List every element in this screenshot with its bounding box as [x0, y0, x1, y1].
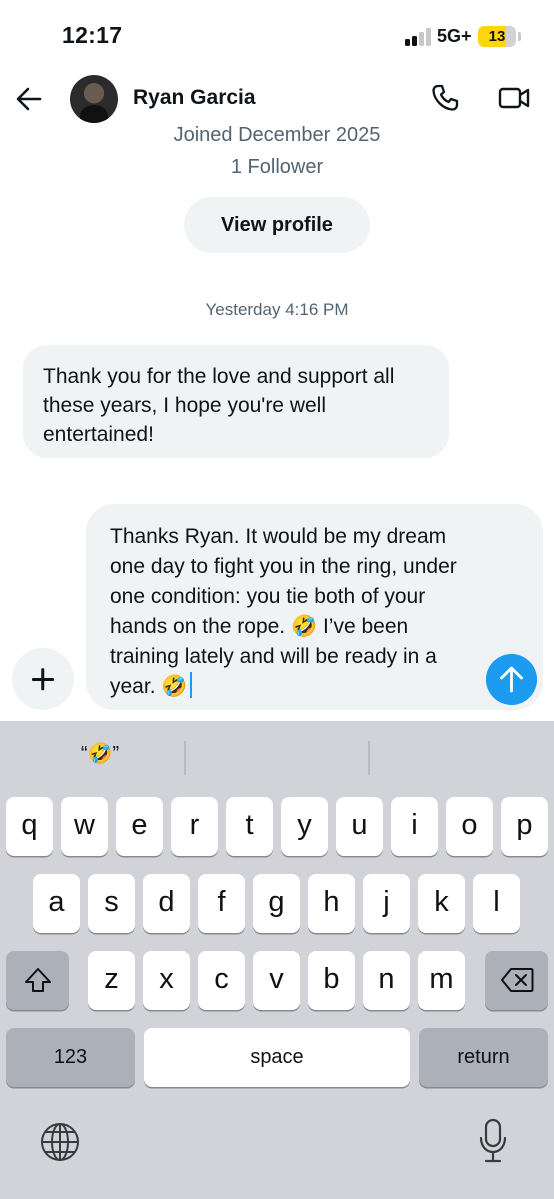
key-e[interactable]: e [116, 797, 163, 856]
suggestion-item[interactable]: “🤣” [40, 741, 160, 766]
battery-cap [518, 32, 521, 41]
suggestion-bar: “🤣” [0, 721, 554, 795]
globe-icon[interactable] [39, 1121, 81, 1163]
key-v[interactable]: v [253, 951, 300, 1010]
incoming-message-bubble[interactable]: Thank you for the love and support all t… [23, 345, 449, 458]
suggestion-divider [368, 741, 370, 775]
key-i[interactable]: i [391, 797, 438, 856]
backspace-icon [500, 968, 533, 992]
status-time: 12:17 [62, 22, 123, 48]
key-j[interactable]: j [363, 874, 410, 933]
key-d[interactable]: d [143, 874, 190, 933]
numbers-key[interactable]: 123 [6, 1028, 135, 1087]
key-h[interactable]: h [308, 874, 355, 933]
message-input[interactable]: Thanks Ryan. It would be my dream one da… [86, 504, 543, 710]
key-g[interactable]: g [253, 874, 300, 933]
microphone-icon[interactable] [478, 1118, 508, 1164]
key-w[interactable]: w [61, 797, 108, 856]
add-attachment-button[interactable] [12, 648, 74, 710]
text-cursor [189, 672, 193, 698]
network-type: 5G+ [437, 26, 472, 46]
key-x[interactable]: x [143, 951, 190, 1010]
key-l[interactable]: l [473, 874, 520, 933]
key-n[interactable]: n [363, 951, 410, 1010]
follower-count: 1 Follower [230, 156, 324, 178]
key-y[interactable]: y [281, 797, 328, 856]
keyboard: “🤣” q w e r t y u i o p a s d f g h j k … [0, 721, 554, 1199]
shift-icon [24, 968, 51, 992]
key-m[interactable]: m [418, 951, 465, 1010]
key-p[interactable]: p [501, 797, 548, 856]
key-c[interactable]: c [198, 951, 245, 1010]
suggestion-divider [184, 741, 186, 775]
space-key[interactable]: space [144, 1028, 410, 1087]
contact-name[interactable]: Ryan Garcia [133, 86, 256, 110]
joined-date: Joined December 2025 [173, 124, 381, 146]
key-z[interactable]: z [88, 951, 135, 1010]
phone-icon[interactable] [430, 83, 460, 113]
key-s[interactable]: s [88, 874, 135, 933]
video-call-icon[interactable] [498, 85, 530, 111]
signal-strength-icon [405, 28, 433, 46]
back-arrow-icon[interactable] [14, 84, 44, 114]
key-r[interactable]: r [171, 797, 218, 856]
view-profile-button[interactable]: View profile [184, 197, 370, 253]
battery-level: 13 [488, 28, 506, 45]
key-o[interactable]: o [446, 797, 493, 856]
key-u[interactable]: u [336, 797, 383, 856]
status-bar: 12:17 5G+ 13 [0, 0, 554, 70]
draft-text: Thanks Ryan. It would be my dream one da… [110, 525, 463, 698]
key-a[interactable]: a [33, 874, 80, 933]
return-key[interactable]: return [419, 1028, 548, 1087]
conversation-header: Ryan Garcia [0, 70, 554, 128]
key-f[interactable]: f [198, 874, 245, 933]
key-b[interactable]: b [308, 951, 355, 1010]
key-k[interactable]: k [418, 874, 465, 933]
key-q[interactable]: q [6, 797, 53, 856]
delete-key[interactable] [485, 951, 548, 1010]
message-input-text: Thanks Ryan. It would be my dream one da… [110, 522, 480, 702]
shift-key[interactable] [6, 951, 69, 1010]
avatar[interactable] [70, 75, 118, 123]
message-timestamp: Yesterday 4:16 PM [205, 300, 349, 319]
key-t[interactable]: t [226, 797, 273, 856]
send-button[interactable] [486, 654, 537, 705]
